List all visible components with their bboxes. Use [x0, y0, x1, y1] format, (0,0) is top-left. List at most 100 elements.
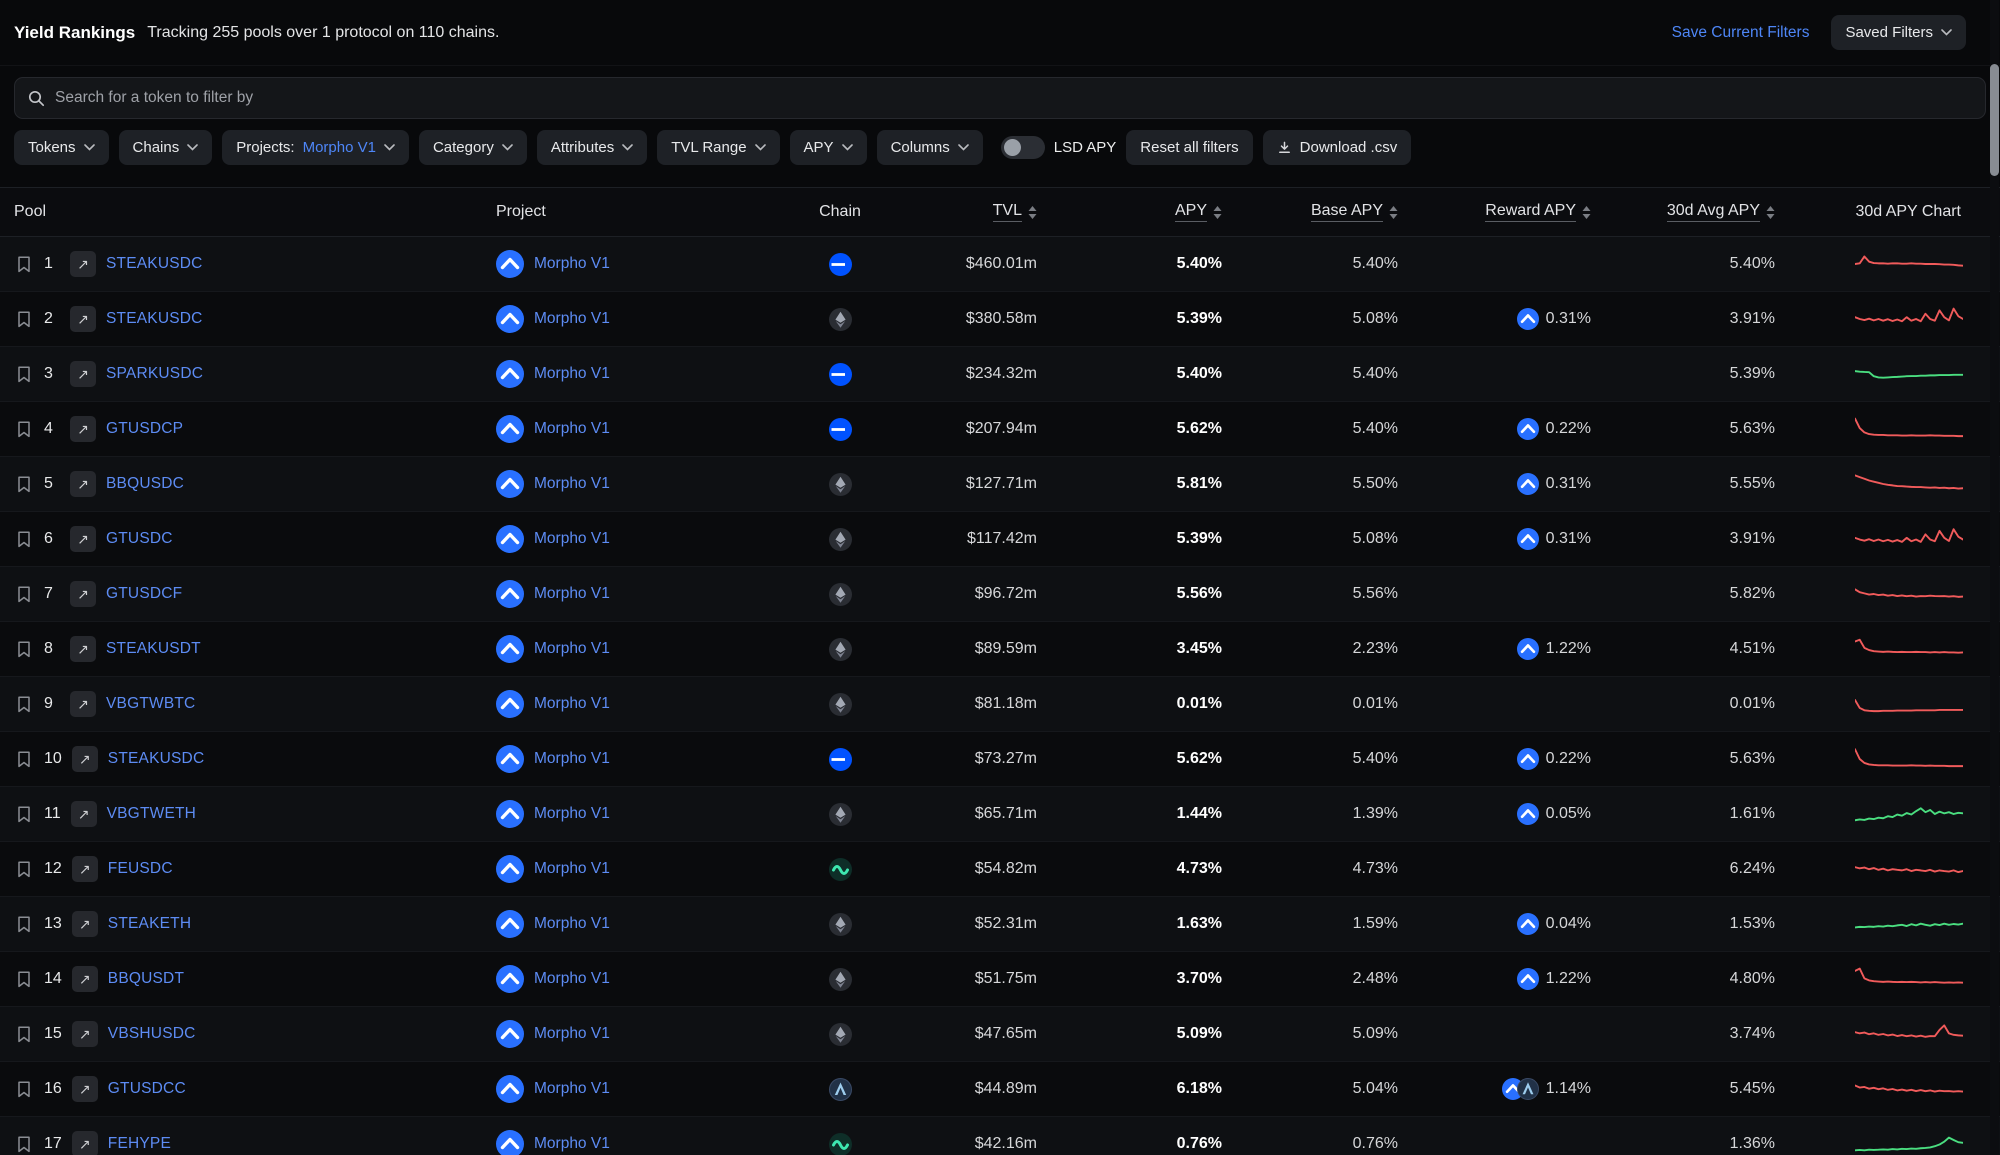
- project-link[interactable]: Morpho V1: [534, 1080, 610, 1098]
- bookmark-icon[interactable]: [14, 694, 34, 714]
- column-header-tvl[interactable]: TVL: [940, 202, 1057, 222]
- project-cell[interactable]: Morpho V1: [460, 525, 740, 553]
- project-cell[interactable]: Morpho V1: [460, 1130, 740, 1155]
- project-link[interactable]: Morpho V1: [534, 420, 610, 438]
- project-cell[interactable]: Morpho V1: [460, 690, 740, 718]
- bookmark-icon[interactable]: [14, 364, 34, 384]
- columns-filter-button[interactable]: Columns: [877, 130, 983, 165]
- open-pool-icon[interactable]: ↗: [72, 1131, 98, 1155]
- lsd-apy-toggle[interactable]: [1001, 136, 1045, 159]
- project-cell[interactable]: Morpho V1: [460, 1075, 740, 1103]
- project-cell[interactable]: Morpho V1: [460, 360, 740, 388]
- open-pool-icon[interactable]: ↗: [71, 801, 97, 827]
- bookmark-icon[interactable]: [14, 1134, 34, 1154]
- project-link[interactable]: Morpho V1: [534, 750, 610, 768]
- project-cell[interactable]: Morpho V1: [460, 855, 740, 883]
- column-header-base-apy[interactable]: Base APY: [1242, 202, 1418, 222]
- projects-filter-button[interactable]: Projects:Morpho V1: [222, 130, 409, 165]
- project-cell[interactable]: Morpho V1: [460, 745, 740, 773]
- bookmark-icon[interactable]: [14, 254, 34, 274]
- save-current-filters-link[interactable]: Save Current Filters: [1672, 24, 1810, 42]
- open-pool-icon[interactable]: ↗: [72, 746, 98, 772]
- bookmark-icon[interactable]: [14, 474, 34, 494]
- project-cell[interactable]: Morpho V1: [460, 965, 740, 993]
- open-pool-icon[interactable]: ↗: [70, 416, 96, 442]
- tokens-filter-button[interactable]: Tokens: [14, 130, 109, 165]
- download-csv-button[interactable]: Download .csv: [1263, 130, 1412, 165]
- pool-link[interactable]: VBGTWETH: [107, 805, 196, 823]
- saved-filters-button[interactable]: Saved Filters: [1831, 15, 1966, 50]
- open-pool-icon[interactable]: ↗: [70, 581, 96, 607]
- bookmark-icon[interactable]: [14, 969, 34, 989]
- category-filter-button[interactable]: Category: [419, 130, 527, 165]
- apy-filter-button[interactable]: APY: [790, 130, 867, 165]
- pool-link[interactable]: BBQUSDC: [106, 475, 184, 493]
- project-link[interactable]: Morpho V1: [534, 695, 610, 713]
- pool-link[interactable]: GTUSDCC: [108, 1080, 186, 1098]
- pool-link[interactable]: GTUSDCF: [106, 585, 182, 603]
- bookmark-icon[interactable]: [14, 309, 34, 329]
- pool-link[interactable]: FEUSDC: [108, 860, 173, 878]
- pool-link[interactable]: STEAKETH: [108, 915, 191, 933]
- open-pool-icon[interactable]: ↗: [70, 691, 96, 717]
- open-pool-icon[interactable]: ↗: [70, 471, 96, 497]
- column-header-apy[interactable]: APY: [1057, 202, 1242, 222]
- open-pool-icon[interactable]: ↗: [70, 361, 96, 387]
- pool-link[interactable]: FEHYPE: [108, 1135, 171, 1153]
- search-input[interactable]: [55, 89, 1972, 107]
- bookmark-icon[interactable]: [14, 639, 34, 659]
- project-link[interactable]: Morpho V1: [534, 365, 610, 383]
- open-pool-icon[interactable]: ↗: [70, 306, 96, 332]
- column-header-30d-avg-apy[interactable]: 30d Avg APY: [1611, 202, 1795, 222]
- open-pool-icon[interactable]: ↗: [70, 251, 96, 277]
- pool-link[interactable]: BBQUSDT: [108, 970, 184, 988]
- project-link[interactable]: Morpho V1: [534, 860, 610, 878]
- attributes-filter-button[interactable]: Attributes: [537, 130, 647, 165]
- open-pool-icon[interactable]: ↗: [72, 966, 98, 992]
- bookmark-icon[interactable]: [14, 419, 34, 439]
- pool-link[interactable]: VBGTWBTC: [106, 695, 195, 713]
- project-link[interactable]: Morpho V1: [534, 475, 610, 493]
- open-pool-icon[interactable]: ↗: [72, 911, 98, 937]
- column-header-reward-apy[interactable]: Reward APY: [1418, 202, 1611, 222]
- project-link[interactable]: Morpho V1: [534, 255, 610, 273]
- open-pool-icon[interactable]: ↗: [72, 1076, 98, 1102]
- pool-link[interactable]: STEAKUSDC: [106, 310, 203, 328]
- chains-filter-button[interactable]: Chains: [119, 130, 213, 165]
- project-cell[interactable]: Morpho V1: [460, 1020, 740, 1048]
- project-link[interactable]: Morpho V1: [534, 970, 610, 988]
- open-pool-icon[interactable]: ↗: [72, 856, 98, 882]
- pool-link[interactable]: VBSHUSDC: [108, 1025, 196, 1043]
- pool-link[interactable]: GTUSDCP: [106, 420, 183, 438]
- project-link[interactable]: Morpho V1: [534, 310, 610, 328]
- project-cell[interactable]: Morpho V1: [460, 250, 740, 278]
- bookmark-icon[interactable]: [14, 1024, 34, 1044]
- bookmark-icon[interactable]: [14, 584, 34, 604]
- bookmark-icon[interactable]: [14, 529, 34, 549]
- project-cell[interactable]: Morpho V1: [460, 305, 740, 333]
- project-cell[interactable]: Morpho V1: [460, 910, 740, 938]
- project-link[interactable]: Morpho V1: [534, 1135, 610, 1153]
- scrollbar-thumb[interactable]: [1990, 64, 1999, 176]
- pool-link[interactable]: STEAKUSDC: [106, 255, 203, 273]
- project-cell[interactable]: Morpho V1: [460, 470, 740, 498]
- project-link[interactable]: Morpho V1: [534, 530, 610, 548]
- open-pool-icon[interactable]: ↗: [70, 636, 96, 662]
- project-cell[interactable]: Morpho V1: [460, 580, 740, 608]
- bookmark-icon[interactable]: [14, 749, 34, 769]
- project-cell[interactable]: Morpho V1: [460, 635, 740, 663]
- open-pool-icon[interactable]: ↗: [70, 526, 96, 552]
- pool-link[interactable]: SPARKUSDC: [106, 365, 203, 383]
- tvl-range-filter-button[interactable]: TVL Range: [657, 130, 779, 165]
- open-pool-icon[interactable]: ↗: [72, 1021, 98, 1047]
- project-link[interactable]: Morpho V1: [534, 1025, 610, 1043]
- bookmark-icon[interactable]: [14, 1079, 34, 1099]
- pool-link[interactable]: STEAKUSDT: [106, 640, 201, 658]
- pool-link[interactable]: STEAKUSDC: [108, 750, 205, 768]
- project-link[interactable]: Morpho V1: [534, 640, 610, 658]
- project-link[interactable]: Morpho V1: [534, 585, 610, 603]
- bookmark-icon[interactable]: [14, 914, 34, 934]
- project-link[interactable]: Morpho V1: [534, 805, 610, 823]
- pool-link[interactable]: GTUSDC: [106, 530, 173, 548]
- bookmark-icon[interactable]: [14, 804, 34, 824]
